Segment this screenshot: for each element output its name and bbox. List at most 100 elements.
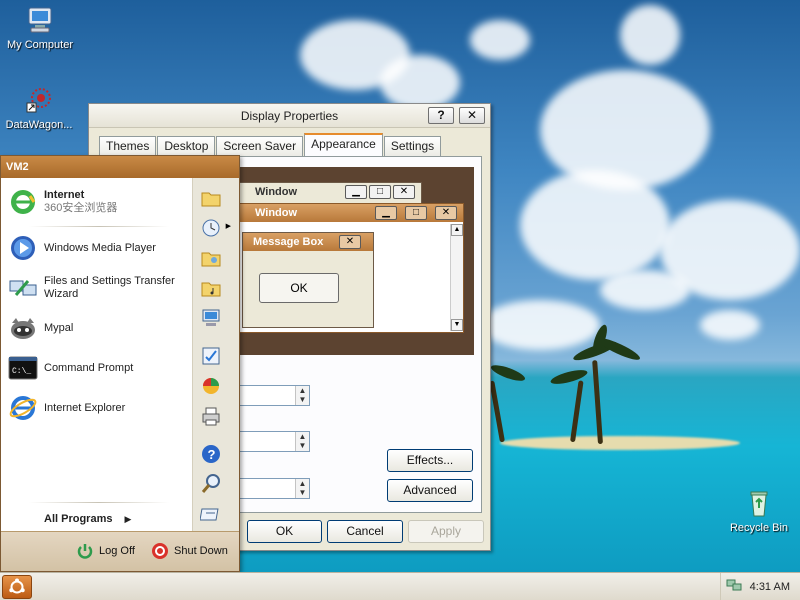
palm-tree-trunk bbox=[570, 380, 584, 443]
apply-button[interactable]: Apply bbox=[408, 520, 484, 543]
select-arrow-icon: ▲ ▼ bbox=[295, 386, 309, 405]
network-icon[interactable] bbox=[726, 577, 742, 596]
start-menu-separator bbox=[29, 502, 169, 503]
my-computer-icon bbox=[24, 4, 56, 36]
desktop-icon-label: Recycle Bin bbox=[729, 522, 789, 534]
cloud bbox=[540, 70, 710, 190]
advanced-button[interactable]: Advanced bbox=[387, 479, 473, 502]
window-title: Display Properties bbox=[240, 108, 339, 123]
cloud bbox=[380, 55, 460, 110]
transfer-wizard-icon bbox=[7, 272, 39, 304]
run-icon[interactable] bbox=[199, 502, 223, 526]
control-panel-icon[interactable] bbox=[199, 344, 223, 368]
start-item-internet[interactable]: Internet 360安全浏览器 bbox=[7, 186, 187, 218]
cloud bbox=[700, 310, 760, 340]
programs-icon[interactable] bbox=[199, 374, 223, 398]
minimize-icon: ▁ bbox=[375, 206, 397, 220]
media-player-icon bbox=[7, 232, 39, 264]
ok-button[interactable]: OK bbox=[247, 520, 322, 543]
preview-scrollbar: ▲ ▼ bbox=[450, 224, 463, 331]
cloud bbox=[600, 270, 690, 310]
display-properties-titlebar[interactable]: Display Properties ? ✕ bbox=[89, 104, 490, 128]
start-item-command-prompt[interactable]: C:\_ Command Prompt bbox=[7, 352, 187, 384]
start-menu-separator bbox=[29, 226, 169, 227]
start-button[interactable] bbox=[2, 575, 32, 599]
desktop-icon-label: DataWagon... bbox=[5, 119, 73, 131]
mypal-icon bbox=[7, 312, 39, 344]
scroll-up-icon: ▲ bbox=[451, 224, 463, 236]
datawagon-icon bbox=[23, 84, 55, 116]
select-arrow-icon: ▲ ▼ bbox=[295, 432, 309, 451]
chevron-right-icon: ▶ bbox=[124, 513, 132, 524]
ubuntu-logo-icon bbox=[9, 578, 25, 594]
shut-down-icon bbox=[150, 541, 170, 561]
taskbar: 4:31 AM bbox=[0, 572, 800, 600]
start-menu-programs: Internet 360安全浏览器 Windows Media Player F… bbox=[1, 178, 192, 531]
maximize-icon: □ bbox=[369, 185, 391, 199]
close-button[interactable]: ✕ bbox=[459, 107, 485, 124]
clock[interactable]: 4:31 AM bbox=[750, 581, 790, 593]
start-item-label: Files and Settings Transfer Wizard bbox=[44, 275, 175, 300]
log-off-button[interactable]: Log Off bbox=[75, 541, 135, 561]
pictures-icon[interactable] bbox=[199, 246, 223, 270]
command-prompt-icon: C:\_ bbox=[7, 352, 39, 384]
cloud bbox=[520, 170, 670, 280]
shut-down-label: Shut Down bbox=[174, 545, 228, 557]
recycle-bin-icon bbox=[743, 487, 775, 519]
chevron-right-icon: ▶ bbox=[225, 223, 231, 230]
recent-icon[interactable]: ▶ bbox=[199, 216, 231, 240]
tab-themes[interactable]: Themes bbox=[99, 136, 157, 156]
tab-strip: Themes Desktop Screen Saver Appearance S… bbox=[99, 133, 442, 156]
360-browser-icon bbox=[7, 186, 39, 218]
svg-text:C:\_: C:\_ bbox=[12, 367, 31, 376]
desktop-icon-recycle-bin[interactable]: Recycle Bin bbox=[719, 487, 799, 534]
start-item-windows-media-player[interactable]: Windows Media Player bbox=[7, 232, 187, 264]
shut-down-button[interactable]: Shut Down bbox=[150, 541, 228, 561]
tab-desktop[interactable]: Desktop bbox=[157, 136, 216, 156]
start-item-mypal[interactable]: Mypal bbox=[7, 312, 187, 344]
desktop-icon-label: My Computer bbox=[6, 39, 74, 51]
help-icon[interactable]: ? bbox=[199, 442, 223, 466]
log-off-label: Log Off bbox=[99, 545, 135, 557]
select-arrow-icon: ▲ ▼ bbox=[295, 479, 309, 498]
close-icon: ✕ bbox=[435, 206, 457, 220]
internet-explorer-icon bbox=[7, 392, 39, 424]
effects-button[interactable]: Effects... bbox=[387, 449, 473, 472]
start-item-transfer-wizard[interactable]: Files and Settings Transfer Wizard bbox=[7, 272, 187, 304]
help-button[interactable]: ? bbox=[428, 107, 454, 124]
start-item-label: Internet Explorer bbox=[44, 401, 126, 414]
close-icon: ✕ bbox=[393, 185, 415, 199]
island bbox=[500, 436, 740, 450]
cloud bbox=[620, 5, 680, 65]
tab-appearance[interactable]: Appearance bbox=[304, 133, 383, 156]
start-menu-places: ▶ ? bbox=[192, 178, 239, 531]
system-tray: 4:31 AM bbox=[720, 573, 800, 600]
start-menu-footer: Log Off Shut Down bbox=[1, 531, 239, 571]
cloud bbox=[470, 20, 530, 60]
palm-tree-trunk bbox=[592, 360, 603, 445]
all-programs-label: All Programs bbox=[44, 513, 113, 525]
all-programs-button[interactable]: All Programs ▶ bbox=[44, 513, 131, 525]
tab-screen-saver[interactable]: Screen Saver bbox=[216, 136, 304, 156]
palm-tree-trunk bbox=[489, 380, 505, 443]
desktop-icon-datawagon[interactable]: DataWagon... bbox=[0, 84, 79, 131]
music-icon[interactable] bbox=[199, 276, 223, 300]
minimize-icon: ▁ bbox=[345, 185, 367, 199]
computer-icon[interactable] bbox=[199, 306, 223, 330]
svg-text:?: ? bbox=[208, 447, 216, 462]
close-icon: ✕ bbox=[339, 235, 361, 249]
log-off-icon bbox=[75, 541, 95, 561]
tab-settings[interactable]: Settings bbox=[383, 136, 442, 156]
printers-icon[interactable] bbox=[199, 404, 223, 428]
start-menu-user-name: VM2 bbox=[1, 156, 239, 178]
cloud bbox=[480, 300, 600, 350]
desktop-icon-my-computer[interactable]: My Computer bbox=[0, 4, 80, 51]
start-item-internet-explorer[interactable]: Internet Explorer bbox=[7, 392, 187, 424]
search-icon[interactable] bbox=[199, 472, 223, 496]
documents-icon[interactable] bbox=[199, 186, 223, 210]
cancel-button[interactable]: Cancel bbox=[327, 520, 403, 543]
start-menu: VM2 Internet 360安全浏览器 Windows Media Play… bbox=[0, 155, 240, 572]
start-item-label: Command Prompt bbox=[44, 361, 134, 374]
scroll-down-icon: ▼ bbox=[451, 319, 463, 331]
start-item-subtitle: 360安全浏览器 bbox=[44, 202, 118, 214]
